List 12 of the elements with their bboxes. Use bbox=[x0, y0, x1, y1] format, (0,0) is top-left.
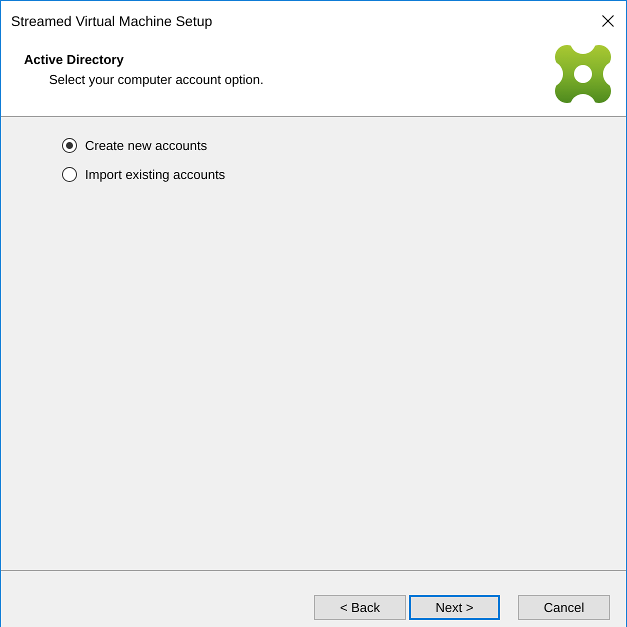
option-label[interactable]: Create new accounts bbox=[85, 138, 208, 152]
window-title: Streamed Virtual Machine Setup bbox=[11, 12, 212, 28]
option-label[interactable]: Import existing accounts bbox=[85, 166, 226, 182]
radio-button[interactable] bbox=[62, 138, 77, 152]
cancel-button[interactable]: Cancel bbox=[518, 595, 610, 620]
radio-button[interactable] bbox=[62, 166, 77, 182]
logo-icon bbox=[555, 45, 611, 103]
page-subtitle: Select your computer account option. bbox=[49, 71, 264, 89]
nav-button[interactable]: Next > bbox=[409, 595, 500, 620]
page-title: Active Directory bbox=[24, 51, 124, 69]
close-icon bbox=[602, 14, 614, 26]
nav-button[interactable]: < Back bbox=[314, 595, 406, 620]
